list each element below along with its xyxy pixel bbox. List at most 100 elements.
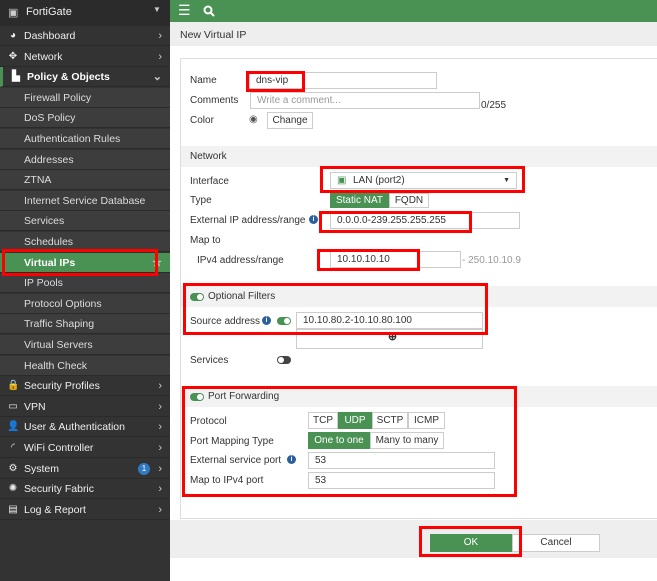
sidebar-item-label: Network — [24, 50, 63, 63]
add-source-button[interactable]: ⊕ — [296, 329, 483, 349]
sidebar-item[interactable]: ▭ VPN › — [0, 397, 170, 417]
search-icon[interactable] — [203, 5, 215, 17]
sidebar-item[interactable]: ▙ Policy & Objects ⌄ — [0, 67, 170, 88]
chevron-icon: › — [158, 380, 162, 393]
type-fqdn[interactable]: FQDN — [389, 193, 429, 208]
star-icon[interactable]: ☆ — [152, 253, 162, 273]
info-icon[interactable]: i — [309, 215, 318, 224]
sidebar-item[interactable]: Virtual Servers — [0, 335, 170, 355]
sidebar-item-label: WiFi Controller — [24, 442, 94, 454]
menu-icon[interactable]: ☰ — [178, 2, 191, 19]
sidebar-item-label: Schedules — [24, 236, 74, 248]
chart-icon: ▤ — [8, 503, 18, 515]
info-icon[interactable]: i — [262, 316, 271, 325]
sidebar-item[interactable]: IP Pools — [0, 273, 170, 294]
chevron-icon: › — [158, 50, 162, 63]
sidebar-item[interactable]: Addresses — [0, 149, 170, 170]
protocol-udp[interactable]: UDP — [338, 412, 372, 429]
change-color-button[interactable]: Change — [267, 112, 313, 129]
chevron-icon: › — [158, 462, 162, 475]
ipv4-start-input[interactable]: 10.10.10.10 — [330, 251, 461, 268]
sidebar-item-label: IP Pools — [24, 277, 63, 290]
sidebar-item[interactable]: ◜ WiFi Controller › — [0, 438, 170, 458]
chevron-icon: › — [158, 30, 162, 42]
sidebar-item-label: Dashboard — [24, 30, 76, 42]
port-mapping-label: Port Mapping Type — [190, 436, 274, 447]
sidebar-item[interactable]: ⚙ System › 1 — [0, 459, 170, 479]
optional-filters-toggle[interactable] — [190, 293, 204, 301]
sidebar-item-label: Security Profiles — [24, 380, 100, 393]
info-icon[interactable]: i — [287, 455, 296, 464]
sidebar-item[interactable]: 🔒 Security Profiles › — [0, 376, 170, 397]
gear-icon: ⚙ — [8, 462, 18, 474]
sidebar-item[interactable]: Firewall Policy — [0, 87, 170, 108]
sidebar-item[interactable]: 👤 User & Authentication › — [0, 417, 170, 438]
mapping-one-to-one[interactable]: One to one — [308, 432, 370, 449]
sidebar-item[interactable]: ZTNA — [0, 170, 170, 191]
source-address-toggle[interactable] — [277, 317, 291, 325]
sidebar-item[interactable]: ◕ Dashboard › — [0, 26, 170, 46]
source-address-label: Source address — [190, 316, 261, 327]
sidebar-item[interactable]: ✺ Security Fabric › — [0, 479, 170, 500]
color-label: Color — [190, 115, 214, 126]
sidebar-item[interactable]: Traffic Shaping — [0, 314, 170, 335]
chevron-icon: › — [158, 400, 162, 413]
sidebar-item[interactable]: Virtual IPs ☆ — [0, 252, 170, 273]
wifi-icon: ◜ — [11, 442, 15, 453]
chevron-icon: › — [158, 483, 162, 496]
comments-count: 0/255 — [481, 100, 507, 111]
app-title: FortiGate — [26, 6, 72, 18]
sidebar-item-label: Services — [24, 215, 65, 228]
sidebar-item[interactable]: ✥ Network › — [0, 47, 170, 67]
mapping-many-to-many[interactable]: Many to many — [370, 432, 444, 449]
protocol-tcp[interactable]: TCP — [308, 412, 338, 429]
port-forwarding-header: Port Forwarding — [181, 386, 657, 407]
sidebar-item[interactable]: Authentication Rules — [0, 129, 170, 149]
sidebar-item[interactable]: Schedules — [0, 232, 170, 252]
comments-input[interactable]: Write a comment... — [250, 92, 480, 109]
sidebar-item[interactable]: DoS Policy — [0, 108, 170, 129]
port-forwarding-toggle[interactable] — [190, 393, 204, 401]
top-bar: ☰ — [170, 0, 657, 22]
sidebar-item-label: System — [24, 462, 60, 475]
name-input[interactable]: dns-vip — [249, 72, 437, 89]
sidebar-item-label: Virtual Servers — [24, 339, 93, 351]
ok-button[interactable]: OK — [430, 534, 512, 552]
device-selector[interactable]: ▣ FortiGate ▼ — [0, 0, 170, 26]
sidebar-item-label: Log & Report — [24, 503, 86, 516]
sidebar-item[interactable]: Health Check — [0, 355, 170, 376]
protocol-sctp[interactable]: SCTP — [372, 412, 408, 429]
user-icon: 👤 — [7, 421, 20, 433]
caret-down-icon: ▼ — [503, 177, 510, 184]
interface-value: LAN (port2) — [353, 175, 405, 186]
sidebar-item[interactable]: Internet Service Database — [0, 190, 170, 211]
type-static-nat[interactable]: Static NAT — [330, 193, 389, 208]
interface-select[interactable]: ▣ LAN (port2) ▼ — [330, 172, 517, 189]
external-port-input[interactable]: 53 — [308, 452, 495, 469]
dashboard-icon: ◕ — [9, 30, 17, 41]
sidebar-item[interactable]: Services — [0, 211, 170, 232]
network-icon: ✥ — [8, 50, 18, 62]
cancel-button[interactable]: Cancel — [512, 534, 600, 552]
map-to-label: Map to — [190, 235, 221, 246]
sidebar-item-label: Policy & Objects — [27, 71, 110, 84]
chevron-icon: › — [158, 421, 162, 434]
sidebar-item-label: ZTNA — [24, 174, 52, 187]
source-address-input[interactable]: 10.10.80.2-10.10.80.100 — [296, 312, 483, 329]
sidebar-item-label: Traffic Shaping — [24, 318, 95, 331]
map-port-input[interactable]: 53 — [308, 472, 495, 489]
services-toggle[interactable] — [277, 356, 291, 364]
sidebar-item[interactable]: Protocol Options — [0, 293, 170, 314]
comments-label: Comments — [190, 95, 239, 106]
external-port-label: External service port — [190, 455, 282, 466]
caret-down-icon: ▼ — [153, 5, 161, 14]
notification-badge: 1 — [138, 462, 150, 475]
sidebar-item[interactable]: ▤ Log & Report › — [0, 500, 170, 520]
sidebar-item-label: Protocol Options — [24, 297, 102, 310]
sidebar-item-label: Security Fabric — [24, 483, 95, 496]
external-ip-input[interactable]: 0.0.0.0-239.255.255.255 — [330, 212, 520, 229]
protocol-icmp[interactable]: ICMP — [408, 412, 445, 429]
sidebar-item-label: Addresses — [24, 153, 74, 166]
interface-label: Interface — [190, 176, 229, 187]
sidebar-item-label: DoS Policy — [24, 112, 76, 125]
